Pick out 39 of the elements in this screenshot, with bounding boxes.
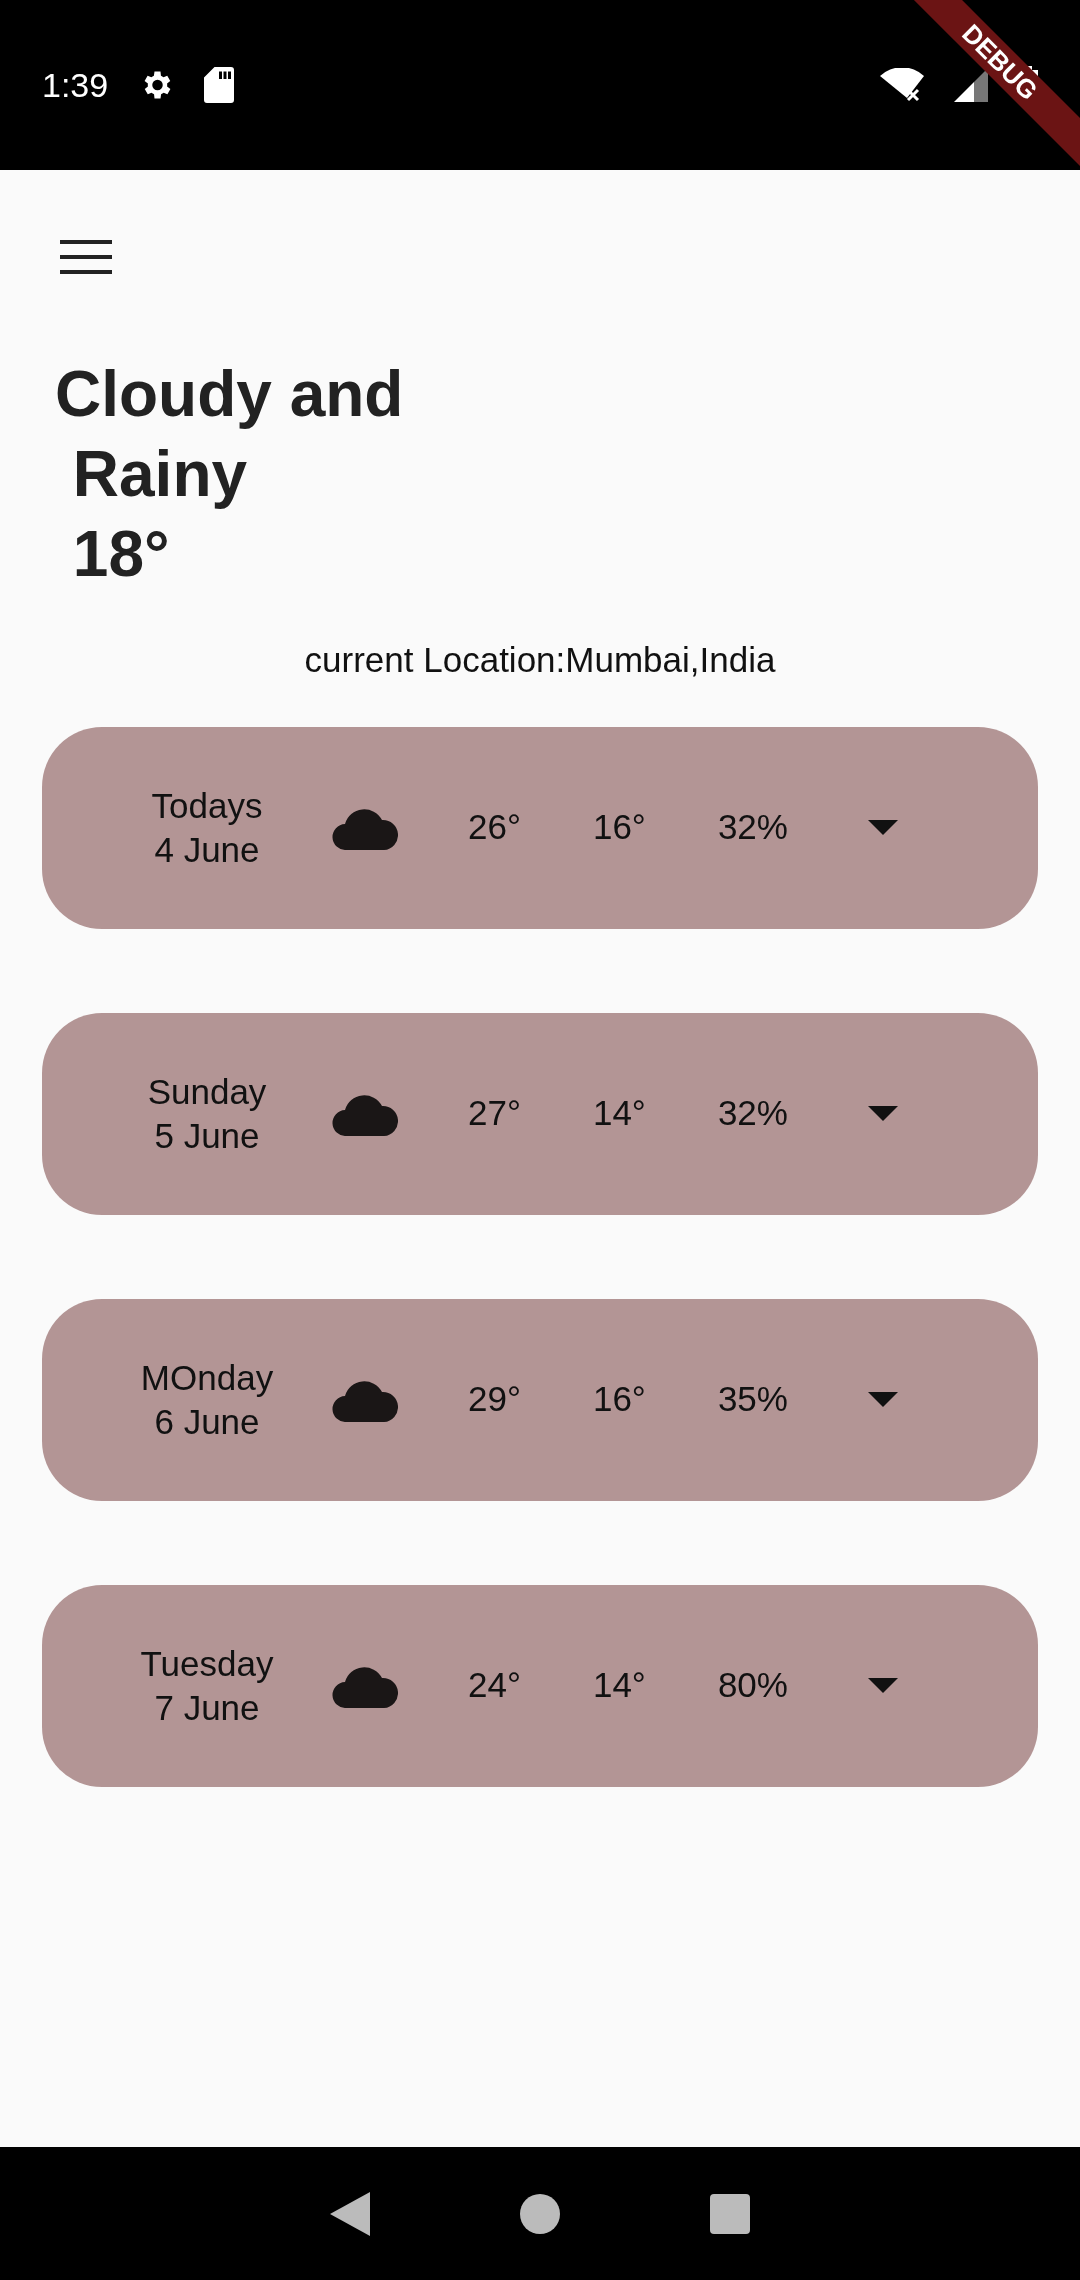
- forecast-card[interactable]: Todays 4 June 26° 16° 32%: [42, 726, 1038, 929]
- recents-icon[interactable]: [710, 2193, 750, 2234]
- humidity-value: 32%: [717, 1092, 788, 1135]
- day-label: Sunday: [147, 1070, 267, 1113]
- high-temperature: 27°: [468, 1092, 521, 1135]
- low-temperature: 14°: [592, 1664, 646, 1707]
- humidity-value: 80%: [717, 1664, 788, 1707]
- humidity-value: 32%: [717, 806, 788, 849]
- forecast-card[interactable]: Tuesday 7 June 24° 14° 80%: [42, 1584, 1038, 1787]
- dropdown-caret-icon[interactable]: [867, 1392, 898, 1407]
- high-temperature: 24°: [468, 1664, 521, 1707]
- home-icon[interactable]: [520, 2193, 560, 2234]
- date-label: 7 June: [154, 1686, 260, 1729]
- weather-headline: Cloudy and: [55, 357, 405, 432]
- humidity-value: 35%: [717, 1378, 788, 1421]
- day-label: Todays: [151, 784, 263, 827]
- weather-headline: Rainy: [71, 437, 249, 512]
- date-label: 5 June: [154, 1114, 260, 1157]
- dropdown-caret-icon[interactable]: [867, 1678, 898, 1693]
- low-temperature: 16°: [592, 1378, 646, 1421]
- dropdown-caret-icon[interactable]: [867, 820, 898, 835]
- dropdown-caret-icon[interactable]: [867, 1106, 898, 1121]
- day-label: MOnday: [140, 1356, 274, 1399]
- wifi-off-icon: [880, 68, 924, 102]
- high-temperature: 26°: [468, 806, 521, 849]
- date-label: 6 June: [154, 1400, 260, 1443]
- forecast-card[interactable]: Sunday 5 June 27° 14° 32%: [42, 1012, 1038, 1215]
- high-temperature: 29°: [468, 1378, 521, 1421]
- low-temperature: 14°: [592, 1092, 646, 1135]
- sd-card-icon: [204, 67, 235, 103]
- location-label: current Location:Mumbai,India: [304, 639, 776, 681]
- status-time: 1:39: [42, 64, 109, 106]
- forecast-card[interactable]: MOnday 6 June 29° 16° 35%: [42, 1298, 1038, 1501]
- date-label: 4 June: [154, 828, 260, 871]
- weather-headline: 18°: [71, 517, 171, 592]
- back-icon[interactable]: [330, 2191, 370, 2236]
- low-temperature: 16°: [592, 806, 646, 849]
- menu-icon[interactable]: [60, 240, 112, 274]
- day-label: Tuesday: [140, 1642, 274, 1685]
